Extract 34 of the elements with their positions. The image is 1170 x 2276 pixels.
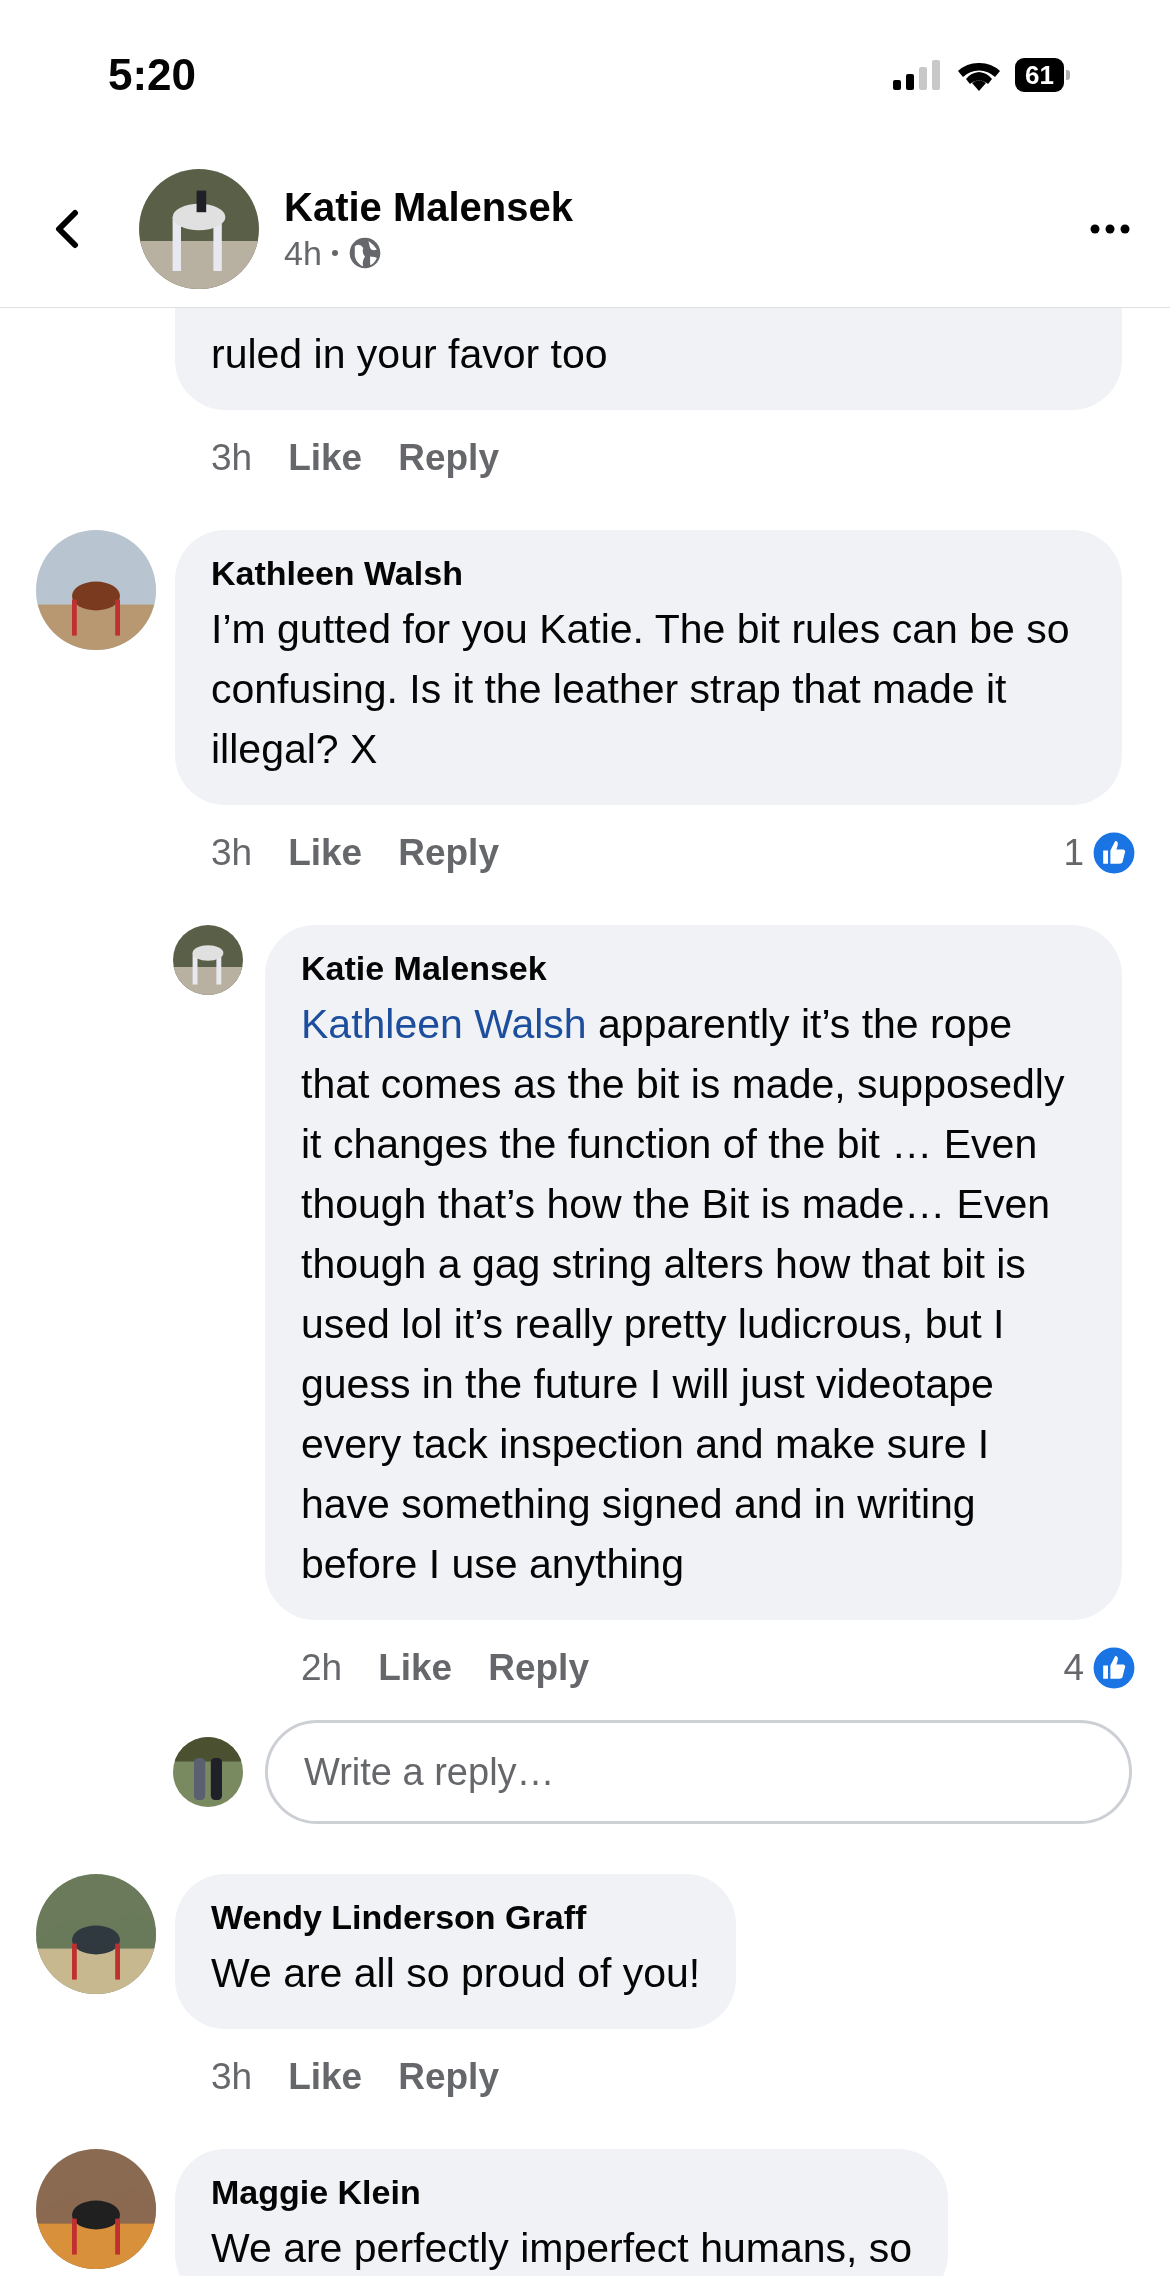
more-icon[interactable] (1090, 223, 1130, 234)
reaction-count: 1 (1063, 832, 1084, 874)
status-time: 5:20 (108, 50, 197, 100)
comment-text: We are perfectly imperfect humans, so (211, 2224, 913, 2273)
comment-time: 3h (211, 437, 253, 479)
commenter-name[interactable]: Maggie Klein (211, 2173, 913, 2212)
like-icon (1090, 1644, 1138, 1692)
comment-text: ruled in your favor too (211, 330, 609, 379)
comment-action[interactable]: Like (288, 832, 363, 874)
reply-field[interactable]: Write a reply… (265, 1720, 1132, 1824)
comment-action[interactable]: Reply (398, 437, 499, 479)
comment-action[interactable]: Reply (398, 2056, 499, 2098)
globe-icon (347, 236, 382, 270)
mention-link[interactable]: Kathleen Walsh (301, 1001, 587, 1047)
comment-action[interactable]: Reply (398, 832, 499, 874)
comment-action[interactable]: Like (288, 2056, 363, 2098)
comment-text: Kathleen Walsh apparently it’s the rope that comes as the bit is made, supposedly it changes the function of the bit … Even though that’s how the Bit is made… Even though a gag string alters how that bit is used lol it’s really pretty ludicrous, but I guess in the future I will just videotape every tack inspection and make sure I have something signed and in writing before I use anything (301, 1000, 1066, 1589)
commenter-name[interactable]: Wendy Linderson Graff (211, 1898, 701, 1937)
commenter-name[interactable]: Kathleen Walsh (211, 554, 1086, 593)
author-name[interactable]: Katie Malensek (284, 184, 1090, 230)
comment-time: 3h (211, 832, 253, 874)
comment-action[interactable]: Like (378, 1647, 453, 1689)
reaction-count: 4 (1063, 1647, 1084, 1689)
comment-text: We are all so proud of you! (211, 1949, 701, 1998)
comment-action[interactable]: Like (288, 437, 363, 479)
post-time: 4h (284, 233, 322, 273)
back-icon[interactable] (55, 208, 79, 249)
comment-time: 3h (211, 2056, 253, 2098)
commenter-name[interactable]: Katie Malensek (301, 949, 1086, 988)
comment-time: 2h (301, 1647, 343, 1689)
separator-dot (331, 250, 338, 256)
comment-text: I’m gutted for you Katie. The bit rules can be so confusing. Is it the leather strap that made it illegal? X (211, 605, 1071, 774)
comment-action[interactable]: Reply (488, 1647, 589, 1689)
like-icon (1090, 829, 1138, 877)
